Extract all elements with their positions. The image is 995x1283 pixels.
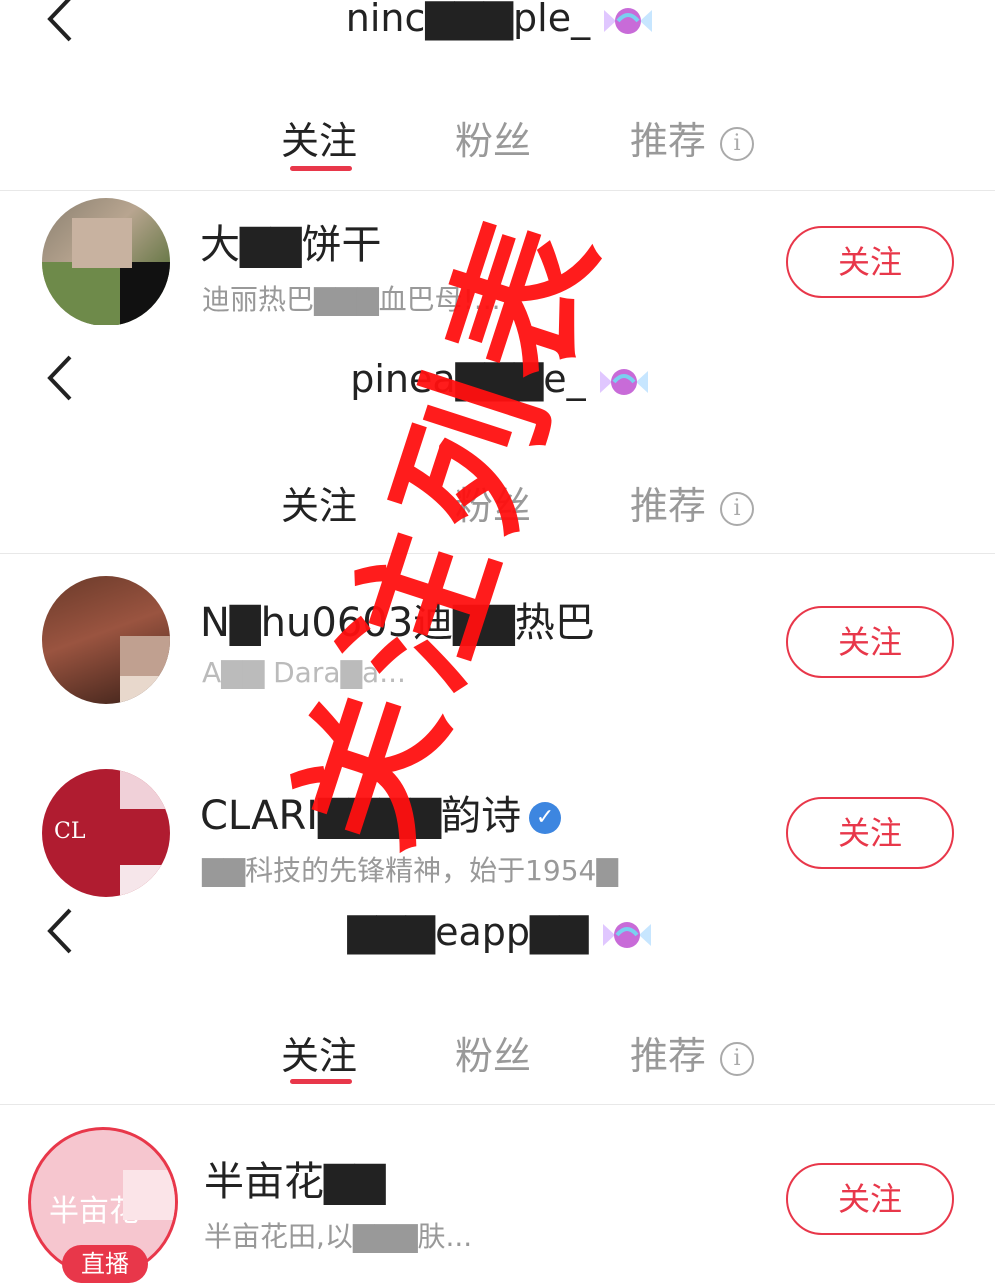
tab-bar: 关注 粉丝 推荐 i	[0, 1015, 995, 1105]
mosaic-block	[120, 262, 170, 326]
page-title: ninc▇▇▇ple_	[300, 0, 700, 40]
divider	[0, 1104, 995, 1105]
tab-recommend-label: 推荐	[630, 1034, 707, 1078]
tab-following[interactable]: 关注	[281, 1025, 357, 1080]
mosaic-block	[123, 1170, 175, 1220]
follow-button[interactable]: 关注	[786, 797, 954, 869]
candy-icon	[599, 368, 648, 395]
tab-recommend-label: 推荐	[630, 119, 707, 163]
chevron-left-icon	[47, 0, 72, 42]
info-icon[interactable]: i	[720, 126, 755, 161]
tab-indicator	[290, 166, 352, 171]
mosaic-block	[120, 769, 170, 809]
follow-button[interactable]: 关注	[786, 606, 954, 678]
follow-button[interactable]: 关注	[786, 1163, 954, 1235]
tab-recommend-label: 推荐	[630, 484, 707, 528]
tab-recommend[interactable]: 推荐 i	[630, 1025, 755, 1080]
page-title: ▇▇▇eapp▇▇	[300, 910, 700, 954]
candy-icon	[602, 921, 651, 948]
tab-following[interactable]: 关注	[281, 110, 357, 165]
user-desc: 半亩花田,以▇▇▇肤...	[204, 1220, 473, 1253]
back-button[interactable]	[44, 0, 88, 54]
info-icon[interactable]: i	[720, 1041, 755, 1076]
tab-fans[interactable]: 粉丝	[455, 110, 531, 165]
tab-recommend[interactable]: 推荐 i	[630, 475, 755, 530]
mosaic-block	[42, 262, 120, 326]
screen-3: ▇▇▇eapp▇▇ 关注 粉丝 推荐 i 半亩花 直播 半亩花▇▇ 半亩花田,以▇…	[0, 900, 995, 1283]
tab-bar: 关注 粉丝 推荐 i	[0, 100, 995, 190]
live-badge: 直播	[62, 1245, 148, 1283]
tab-fans[interactable]: 粉丝	[455, 1025, 531, 1080]
avatar[interactable]	[42, 576, 170, 704]
tab-recommend[interactable]: 推荐 i	[630, 110, 755, 165]
back-button[interactable]	[44, 353, 88, 413]
user-name: 大▇▇饼干	[200, 222, 382, 268]
avatar-logo: CL	[54, 819, 86, 844]
back-button[interactable]	[44, 906, 88, 966]
candy-icon	[604, 7, 653, 34]
divider	[0, 190, 995, 191]
avatar[interactable]	[42, 198, 170, 326]
info-icon[interactable]: i	[720, 491, 755, 526]
follow-button[interactable]: 关注	[786, 226, 954, 298]
list-item[interactable]: CL CLARI▇▇▇▇韵诗 ✓ ▇▇科技的先锋精神，始于1954▇ 关注	[0, 765, 995, 900]
mosaic-block	[72, 218, 132, 268]
user-name: 半亩花▇▇	[204, 1159, 386, 1205]
avatar[interactable]: CL	[42, 769, 170, 897]
verified-icon: ✓	[529, 802, 562, 834]
tab-indicator	[290, 1079, 352, 1084]
chevron-left-icon	[47, 355, 72, 401]
chevron-left-icon	[47, 908, 72, 954]
mosaic-block	[120, 636, 170, 676]
list-item[interactable]: 半亩花 直播 半亩花▇▇ 半亩花田,以▇▇▇肤... 关注	[0, 1115, 995, 1283]
mosaic-block	[120, 676, 170, 704]
mosaic-block	[120, 865, 170, 897]
